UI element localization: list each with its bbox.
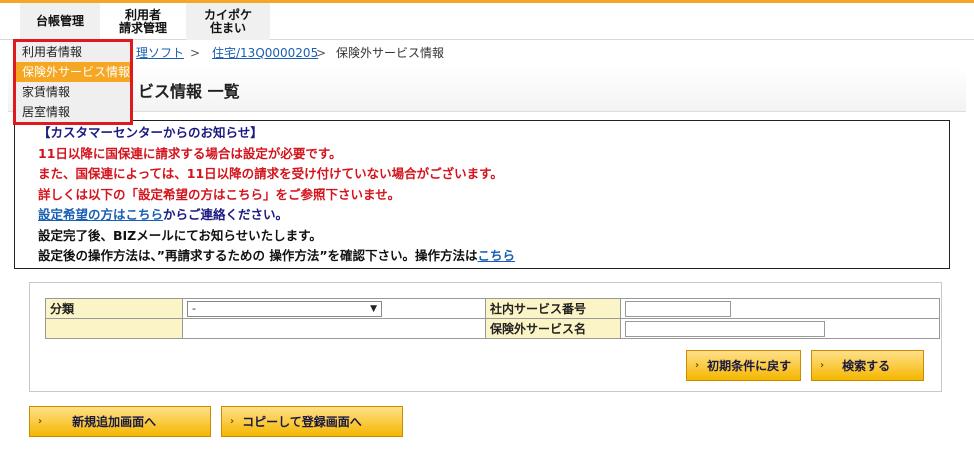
menu-item-user-info[interactable]: 利用者情報 — [16, 42, 130, 62]
notice-line: また、国保連によっては、11日以降の請求を受け付けていない場合がございます。 — [38, 166, 503, 181]
tab-ledger-management[interactable]: 台帳管理 — [20, 3, 100, 40]
menu-item-room-info[interactable]: 居室情報 — [16, 102, 130, 122]
tab-kaipoke-line1: カイポケ — [203, 7, 252, 22]
search-form-table: 分類 - ▼ 社内サービス番号 保険外サービス名 — [45, 298, 940, 339]
main-nav: 台帳管理 利用者 請求管理 カイポケ 住まい — [0, 3, 974, 40]
tab-kaipoke-housing[interactable]: カイポケ 住まい — [186, 3, 270, 40]
chevron-right-icon: › — [230, 416, 235, 427]
chevron-right-icon: › — [695, 360, 700, 371]
notice-line: 設定希望の方はこちらからご連絡ください。 — [38, 205, 949, 226]
page-title: ビス情報 一覧 — [138, 82, 240, 101]
title-area: ビス情報 一覧 — [8, 66, 966, 112]
category-select-value: - — [192, 301, 196, 315]
notice-heading: 【カスタマーセンターからのお知らせ】 — [38, 125, 263, 140]
notice-line: 設定後の操作方法は、”再請求するための 操作方法”を確認下さい。操作方法はこちら — [38, 246, 949, 267]
service-number-label: 社内サービス番号 — [485, 298, 621, 319]
new-entry-button[interactable]: › 新規追加画面へ — [29, 406, 211, 437]
tab-user-billing[interactable]: 利用者 請求管理 — [100, 3, 186, 40]
tab-user-billing-line2: 請求管理 — [118, 20, 167, 35]
reset-conditions-label: 初期条件に戻す — [707, 359, 792, 373]
search-button[interactable]: › 検索する — [811, 350, 924, 381]
breadcrumb-link-housing[interactable]: 住宅/13Q0000205 — [212, 41, 318, 65]
empty-value-cell — [182, 318, 486, 339]
user-billing-dropdown-menu: 利用者情報 保険外サービス情報 家賃情報 居室情報 — [13, 39, 133, 125]
notice-line-text: 設定後の操作方法は、”再請求するための 操作方法”を確認下さい。操作方法は — [38, 248, 478, 263]
reset-conditions-button[interactable]: › 初期条件に戻す — [686, 350, 801, 381]
new-entry-label: 新規追加画面へ — [72, 415, 157, 429]
tab-user-billing-line1: 利用者 — [124, 7, 161, 22]
notice-line: 詳しくは以下の「設定希望の方はこちら」をご参照下さいませ。 — [38, 186, 401, 202]
category-select[interactable]: - ▼ — [187, 300, 382, 317]
notice-line: 設定完了後、BIZメールにてお知らせいたします。 — [38, 227, 322, 243]
copy-register-label: コピーして登録画面へ — [242, 415, 362, 429]
search-button-label: 検索する — [842, 359, 891, 373]
operation-method-link[interactable]: こちら — [478, 248, 516, 263]
breadcrumb-separator: > — [316, 46, 327, 60]
search-panel: 分類 - ▼ 社内サービス番号 保険外サービス名 › 初期条件に戻す › 検索す… — [29, 282, 942, 392]
service-name-cell — [620, 318, 940, 339]
settings-request-link[interactable]: 設定希望の方はこちら — [38, 207, 163, 222]
service-number-input[interactable] — [625, 300, 731, 317]
chevron-down-icon: ▼ — [370, 303, 377, 314]
service-number-cell — [620, 298, 940, 319]
notice-line-rest: からご連絡ください。 — [163, 207, 289, 222]
customer-center-notice: 【カスタマーセンターからのお知らせ】 11日以降に国保連に請求する場合は設定が必… — [14, 120, 950, 269]
menu-item-non-insurance-service[interactable]: 保険外サービス情報 — [16, 62, 130, 82]
breadcrumb-link-software[interactable]: 理ソフト — [136, 41, 184, 65]
breadcrumb-separator: > — [190, 46, 201, 60]
chevron-right-icon: › — [820, 360, 825, 371]
category-label: 分類 — [45, 298, 183, 319]
service-name-input[interactable] — [625, 320, 825, 337]
empty-label-cell — [45, 318, 183, 339]
breadcrumb-current: 保険外サービス情報 — [336, 46, 445, 60]
service-name-label: 保険外サービス名 — [485, 318, 621, 339]
menu-item-rent-info[interactable]: 家賃情報 — [16, 82, 130, 102]
category-cell: - ▼ — [182, 298, 486, 319]
copy-register-button[interactable]: › コピーして登録画面へ — [221, 406, 403, 437]
tab-kaipoke-line2: 住まい — [209, 20, 246, 35]
chevron-right-icon: › — [38, 416, 43, 427]
tab-ledger-label: 台帳管理 — [35, 14, 84, 28]
breadcrumb: 理ソフト > 住宅/13Q0000205 > 保険外サービス情報 — [0, 41, 974, 65]
notice-line: 11日以降に国保連に請求する場合は設定が必要です。 — [38, 145, 342, 161]
